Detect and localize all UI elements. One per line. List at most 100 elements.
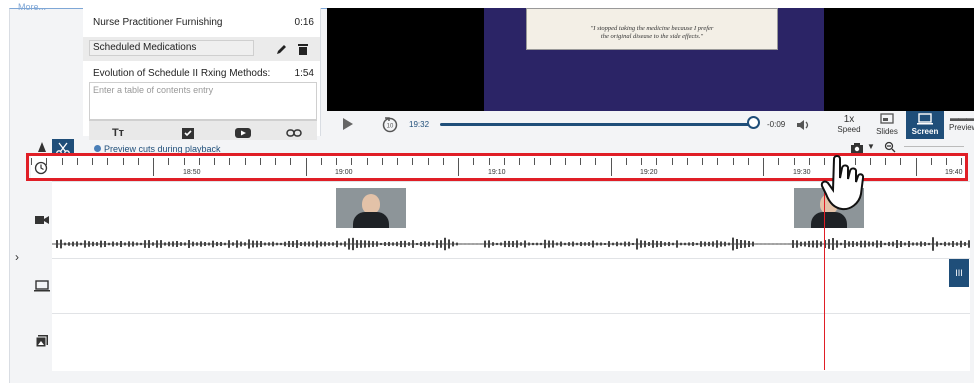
waveform-bar [512, 241, 514, 247]
waveform-bar [192, 241, 194, 247]
waveform-bar [548, 240, 550, 248]
volume-icon[interactable] [796, 118, 812, 136]
waveform-bar [64, 242, 66, 246]
rewind-10-icon[interactable]: 10 [381, 115, 399, 138]
preview-cuts-checkbox[interactable] [94, 145, 101, 152]
waveform-bar [312, 241, 314, 247]
waveform-bar [720, 241, 722, 247]
waveform-bar [112, 241, 114, 247]
slides-button[interactable]: Slides [872, 113, 902, 136]
waveform-bar [216, 241, 218, 247]
more-link[interactable]: More... [18, 2, 46, 12]
waveform-bar [488, 240, 490, 248]
waveform-bar [296, 240, 298, 248]
zoom-slider[interactable] [904, 146, 964, 147]
video-player[interactable]: "I stopped taking the medicine because I… [327, 8, 974, 111]
waveform-bar [116, 242, 118, 246]
waveform-bar [712, 241, 714, 247]
image-icon [32, 331, 52, 351]
waveform-bar [452, 241, 454, 247]
slide-paper: "I stopped taking the medicine because I… [526, 8, 778, 50]
trash-icon[interactable] [296, 42, 310, 56]
waveform-bar [388, 241, 390, 247]
waveform-bar [264, 242, 266, 246]
preview-button[interactable]: ▬▬▬ Preview [949, 113, 974, 132]
waveform-bar [316, 240, 318, 248]
progress-bar[interactable] [440, 123, 755, 126]
waveform-bar [120, 240, 122, 248]
waveform-bar [880, 240, 882, 248]
waveform-bar [552, 240, 554, 248]
screen-button[interactable]: Screen [906, 111, 944, 139]
waveform-bar [828, 239, 830, 249]
progress-knob[interactable] [747, 116, 760, 129]
waveform-bar [172, 241, 174, 247]
waveform-bar [940, 242, 942, 246]
waveform-bar [832, 238, 834, 250]
waveform-bar [432, 242, 434, 246]
waveform-bar [516, 240, 518, 248]
waveform-bar [852, 241, 854, 247]
waveform-bar [416, 242, 418, 246]
toc-item-title: Evolution of Schedule II Rxing Methods: [93, 68, 271, 79]
speed-button[interactable]: 1x Speed [835, 114, 863, 134]
waveform-bar [784, 243, 786, 245]
waveform-bar [620, 242, 622, 246]
toc-entry-input[interactable]: Enter a table of contents entry [89, 82, 317, 120]
screen-track[interactable] [52, 258, 970, 314]
toc-item[interactable]: Nurse Practitioner Furnishing 0:16 [83, 12, 320, 34]
waveform-bar [184, 242, 186, 246]
waveform-bar [848, 241, 850, 247]
chevron-down-icon[interactable]: ▼ [867, 142, 875, 151]
waveform-bar [560, 241, 562, 247]
waveform-bar [300, 242, 302, 246]
pencil-icon[interactable] [275, 42, 289, 56]
waveform-bar [876, 240, 878, 248]
waveform-bar [68, 242, 70, 246]
waveform-bar [104, 241, 106, 247]
waveform-bar [320, 241, 322, 247]
waveform-bar [136, 242, 138, 246]
waveform-bar [380, 242, 382, 246]
waveform-bar [856, 241, 858, 247]
waveform-bar [352, 237, 354, 251]
waveform-bar [152, 242, 154, 246]
waveform-bar [728, 242, 730, 246]
track-drag-handle[interactable]: III [949, 259, 969, 287]
waveform-bar [772, 243, 774, 245]
waveform-bar [964, 242, 966, 246]
waveform-bar [932, 237, 934, 251]
waveform-bar [420, 241, 422, 247]
video-thumbnail[interactable] [336, 188, 406, 228]
slide-quote-line-1: "I stopped taking the medicine because I… [590, 25, 714, 32]
waveform-bar [140, 242, 142, 246]
toc-item-edit-field[interactable]: Scheduled Medications [89, 40, 254, 56]
waveform-bar [796, 240, 798, 248]
play-icon[interactable] [342, 117, 354, 136]
waveform-bar [252, 240, 254, 248]
waveform-bar [816, 240, 818, 248]
waveform-bar [872, 241, 874, 247]
waveform-bar [80, 242, 82, 246]
slides-track[interactable] [52, 313, 970, 371]
player-controls: 10 19:32 -0:09 1x Speed Slides Screen ▬▬… [327, 111, 974, 139]
waveform-bar [72, 241, 74, 247]
video-camera-icon [32, 210, 52, 230]
waveform-bar [248, 239, 250, 249]
slide-image: "I stopped taking the medicine because I… [484, 8, 824, 111]
toc-item-selected[interactable]: Scheduled Medications [83, 37, 320, 61]
waveform-bar [280, 242, 282, 246]
waveform-bar [480, 243, 482, 245]
waveform-bar [608, 241, 610, 247]
waveform-bar [288, 240, 290, 248]
waveform-bar [100, 240, 102, 248]
waveform-bar [920, 241, 922, 247]
preview-label: Preview [949, 123, 974, 132]
waveform-bar [588, 242, 590, 246]
waveform-bar [208, 242, 210, 246]
waveform-bar [304, 241, 306, 247]
chevron-right-icon[interactable]: › [15, 250, 19, 264]
waveform-bar [364, 240, 366, 248]
waveform-bar [688, 242, 690, 246]
toc-item-time: 1:54 [294, 68, 314, 79]
